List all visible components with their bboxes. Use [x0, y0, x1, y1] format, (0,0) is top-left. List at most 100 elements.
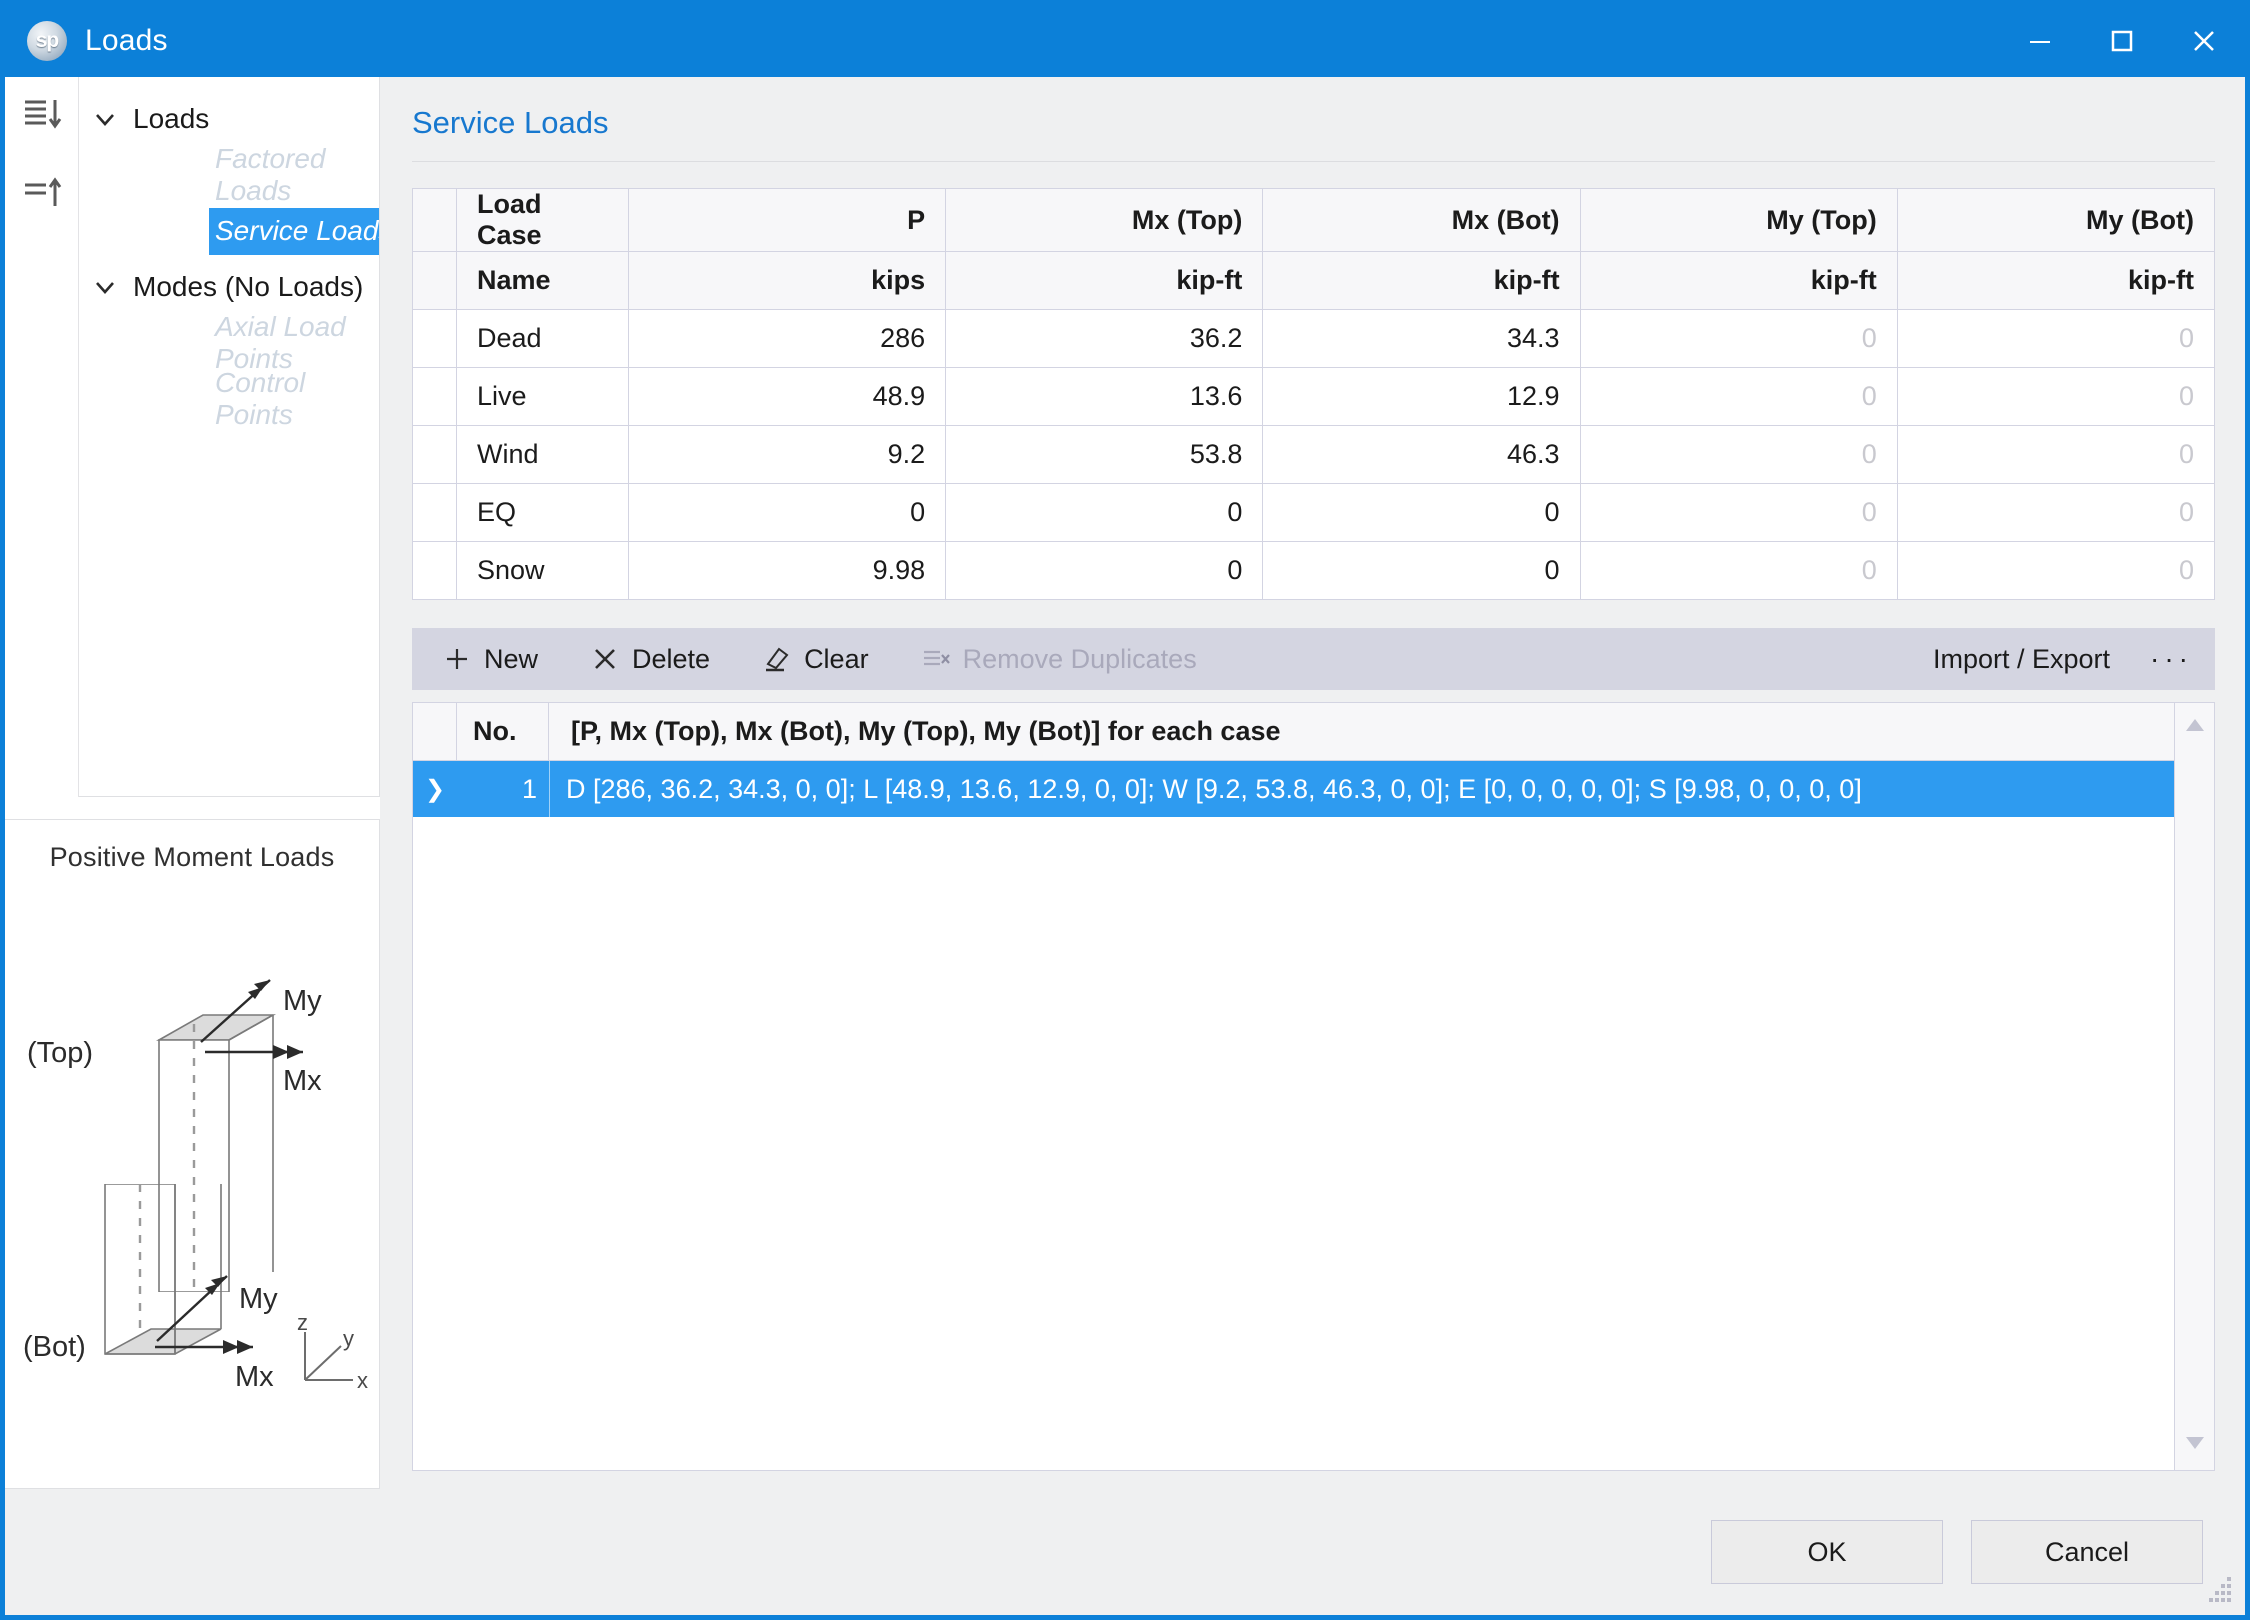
cell-my-top[interactable]: 0	[1579, 425, 1898, 484]
cell-mx-bot[interactable]: 46.3	[1262, 425, 1581, 484]
header-mx-bot[interactable]: Mx (Bot)	[1262, 188, 1581, 252]
grid-row[interactable]: ❯ 1 D [286, 36.2, 34.3, 0, 0]; L [48.9, …	[413, 761, 2174, 817]
row-select[interactable]	[412, 541, 457, 600]
loads-tree[interactable]: Loads Factored Loads Service Loads Modes…	[79, 77, 380, 797]
cell-my-top[interactable]: 0	[1579, 483, 1898, 542]
table-row[interactable]: Dead 286 36.2 34.3 0 0	[412, 309, 2216, 368]
tree-item-control-points[interactable]: Control Points	[79, 367, 379, 430]
tree-item-service-loads[interactable]: Service Loads	[79, 203, 379, 259]
cell-name[interactable]: EQ	[456, 483, 629, 542]
scroll-down-arrow-icon[interactable]	[2182, 1433, 2208, 1458]
grid-header-description[interactable]: [P, Mx (Top), Mx (Bot), My (Top), My (Bo…	[549, 703, 2174, 760]
toolbar-right-group: Import / Export ···	[1933, 643, 2193, 675]
close-icon[interactable]	[2163, 5, 2245, 77]
cell-mx-bot[interactable]: 0	[1262, 483, 1581, 542]
clear-button[interactable]: Clear	[762, 644, 869, 675]
table-row[interactable]: EQ 0 0 0 0 0	[412, 483, 2216, 542]
service-loads-table-wrap: Load Case P Mx (Top) Mx (Bot) My (Top) M…	[412, 188, 2216, 600]
tree-item-axial-load-points[interactable]: Axial Load Points	[79, 311, 379, 374]
row-select[interactable]	[412, 425, 457, 484]
header-select	[412, 188, 457, 252]
loads-dialog-window: sp Loads Loads Factored Loads Service Lo…	[0, 0, 2250, 1620]
row-select[interactable]	[412, 483, 457, 542]
grid-vertical-scrollbar[interactable]	[2174, 703, 2214, 1470]
cell-my-bot[interactable]: 0	[1896, 541, 2216, 600]
cell-p[interactable]: 286	[627, 309, 947, 368]
header-p[interactable]: P	[627, 188, 947, 252]
scroll-up-arrow-icon[interactable]	[2182, 715, 2208, 740]
cell-my-top[interactable]: 0	[1579, 367, 1898, 426]
axis-z-label: z	[297, 1310, 308, 1335]
cancel-button[interactable]: Cancel	[1971, 1520, 2203, 1584]
cell-my-top[interactable]: 0	[1579, 309, 1898, 368]
service-loads-table[interactable]: Load Case P Mx (Top) Mx (Bot) My (Top) M…	[412, 188, 2216, 600]
collapse-all-icon[interactable]	[19, 171, 65, 217]
diagram-bot-label: (Bot)	[23, 1331, 86, 1363]
grid-empty-area[interactable]	[413, 817, 2174, 1470]
cell-p[interactable]: 9.98	[627, 541, 947, 600]
header-my-top[interactable]: My (Top)	[1579, 188, 1898, 252]
header-my-bot[interactable]: My (Bot)	[1896, 188, 2216, 252]
eraser-icon	[762, 644, 792, 674]
clear-button-label: Clear	[804, 643, 869, 674]
cell-my-top[interactable]: 0	[1579, 541, 1898, 600]
cell-name[interactable]: Wind	[456, 425, 629, 484]
table-row[interactable]: Live 48.9 13.6 12.9 0 0	[412, 367, 2216, 426]
grid-cell-description[interactable]: D [286, 36.2, 34.3, 0, 0]; L [48.9, 13.6…	[549, 761, 2174, 817]
chevron-down-icon[interactable]	[79, 106, 131, 132]
maximize-icon[interactable]	[2081, 5, 2163, 77]
resize-grip-icon[interactable]	[2201, 1573, 2235, 1607]
cell-name[interactable]: Live	[456, 367, 629, 426]
window-title: Loads	[85, 24, 168, 57]
grid-header-row: No. [P, Mx (Top), Mx (Bot), My (Top), My…	[413, 703, 2174, 761]
diagram-title: Positive Moment Loads	[49, 842, 335, 872]
diagram-top-mx-label: Mx	[283, 1065, 322, 1097]
cell-my-bot[interactable]: 0	[1896, 483, 2216, 542]
cell-p[interactable]: 0	[627, 483, 947, 542]
tree-toolbar-gutter	[5, 77, 79, 797]
expand-all-icon[interactable]	[19, 91, 65, 137]
cell-my-bot[interactable]: 0	[1896, 367, 2216, 426]
grid-cell-no[interactable]: 1	[457, 761, 549, 817]
tree-item-factored-loads[interactable]: Factored Loads	[79, 143, 379, 206]
grid-header-no[interactable]: No.	[457, 703, 549, 760]
cell-p[interactable]: 9.2	[627, 425, 947, 484]
cell-mx-top[interactable]: 36.2	[945, 309, 1264, 368]
chevron-down-icon[interactable]	[79, 274, 131, 300]
header-divider	[412, 161, 2215, 162]
import-export-button[interactable]: Import / Export	[1933, 644, 2110, 675]
cell-mx-top[interactable]: 53.8	[945, 425, 1264, 484]
table-row[interactable]: Snow 9.98 0 0 0 0	[412, 541, 2216, 600]
delete-button[interactable]: Delete	[590, 644, 710, 675]
header-mx-top[interactable]: Mx (Top)	[945, 188, 1264, 252]
cell-mx-bot[interactable]: 0	[1262, 541, 1581, 600]
units-mx-bot: kip-ft	[1262, 251, 1581, 310]
cell-my-bot[interactable]: 0	[1896, 425, 2216, 484]
cell-mx-top[interactable]: 13.6	[945, 367, 1264, 426]
table-row[interactable]: Wind 9.2 53.8 46.3 0 0	[412, 425, 2216, 484]
cell-my-bot[interactable]: 0	[1896, 309, 2216, 368]
header-load-case[interactable]: Load Case	[456, 188, 629, 252]
cell-p[interactable]: 48.9	[627, 367, 947, 426]
cell-mx-bot[interactable]: 12.9	[1262, 367, 1581, 426]
overflow-menu-icon[interactable]: ···	[2150, 643, 2193, 675]
row-select[interactable]	[412, 367, 457, 426]
axis-y-label: y	[343, 1326, 354, 1351]
diagram-bot-my-label: My	[239, 1283, 278, 1315]
row-select[interactable]	[412, 309, 457, 368]
app-logo-icon: sp	[27, 21, 67, 61]
title-bar: sp Loads	[5, 5, 2245, 77]
tree-item-modes[interactable]: Modes (No Loads)	[79, 259, 379, 315]
new-button[interactable]: New	[442, 644, 538, 675]
cell-mx-bot[interactable]: 34.3	[1262, 309, 1581, 368]
remove-duplicates-button[interactable]: Remove Duplicates	[921, 644, 1197, 675]
minimize-icon[interactable]	[1999, 5, 2081, 77]
units-mx-top: kip-ft	[945, 251, 1264, 310]
cell-name[interactable]: Dead	[456, 309, 629, 368]
cell-mx-top[interactable]: 0	[945, 541, 1264, 600]
cell-mx-top[interactable]: 0	[945, 483, 1264, 542]
ok-button[interactable]: OK	[1711, 1520, 1943, 1584]
tree-item-loads[interactable]: Loads	[79, 91, 379, 147]
cell-name[interactable]: Snow	[456, 541, 629, 600]
tree-item-label: Axial Load Points	[215, 311, 346, 374]
